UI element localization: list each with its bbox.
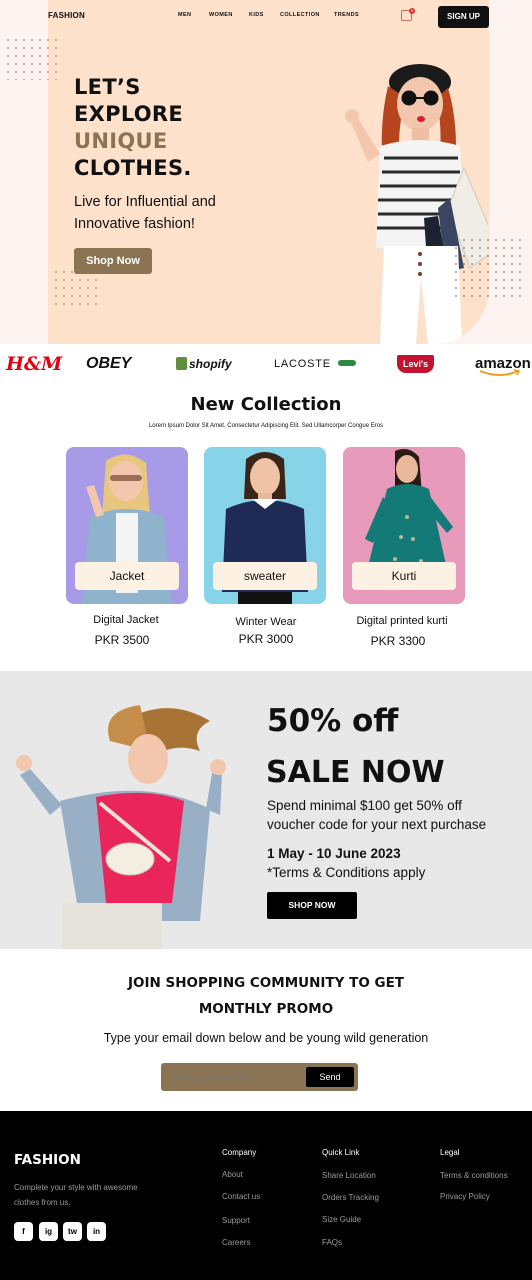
nav-collection[interactable]: COLLECTION	[280, 12, 320, 18]
newsletter-subtitle: Type your email down below and be young …	[103, 1031, 429, 1045]
footer-link-careers[interactable]: Careers	[222, 1238, 250, 1247]
footer-link-faqs[interactable]: FAQs	[322, 1238, 342, 1247]
product-card-sweater[interactable]: sweater	[204, 447, 326, 604]
amazon-smile-icon	[479, 369, 521, 376]
sale-line-1: Spend minimal $100 get 50% off	[267, 798, 462, 813]
hero-dot-pattern-left	[4, 36, 60, 80]
footer-link-support[interactable]: Support	[222, 1216, 250, 1225]
newsletter-title-1: JOIN SHOPPING COMMUNITY TO GET	[127, 975, 405, 991]
newsletter-title-2: MONTHLY PROMO	[198, 1001, 334, 1017]
nav-men[interactable]: MEN	[178, 12, 191, 18]
email-input[interactable]	[168, 1068, 300, 1086]
cart-badge: 0	[409, 8, 415, 14]
brand-logo[interactable]: FASHION	[48, 11, 85, 20]
footer-link-about[interactable]: About	[222, 1170, 243, 1179]
sale-shop-now-button[interactable]: SHOP NOW	[267, 892, 357, 919]
footer-brand[interactable]: FASHION	[14, 1152, 81, 1168]
footer-company-heading: Company	[222, 1148, 257, 1157]
shop-now-button[interactable]: Shop Now	[74, 248, 152, 274]
facebook-icon[interactable]: f	[14, 1222, 33, 1241]
product-price-kurti: PKR 3300	[370, 634, 426, 648]
sale-terms: *Terms & Conditions apply	[267, 865, 426, 880]
product-label-sweater: sweater	[213, 562, 317, 590]
product-name-kurti[interactable]: Digital printed kurti	[341, 615, 463, 627]
sale-dates: 1 May - 10 June 2023	[267, 846, 401, 861]
sale-discount: 50% off	[267, 703, 399, 739]
hero-headline-4: CLOTHES.	[74, 156, 192, 180]
nav-kids[interactable]: KIDS	[249, 12, 264, 18]
nav-women[interactable]: WOMEN	[209, 12, 233, 18]
product-name-sweater[interactable]: Winter Wear	[205, 616, 327, 628]
footer-link-orders-tracking[interactable]: Orders Tracking	[322, 1193, 379, 1202]
instagram-icon[interactable]: ig	[39, 1222, 58, 1241]
brand-obey-logo[interactable]: OBEY	[86, 352, 131, 376]
product-price-sweater: PKR 3000	[238, 632, 294, 646]
brand-shopify-label: shopify	[189, 357, 232, 371]
hero-dot-pattern-bottom	[52, 268, 100, 308]
hero-subtitle-2: Innovative fashion!	[74, 216, 195, 232]
product-card-jacket[interactable]: Jacket	[66, 447, 188, 604]
footer-desc-2: clothes from us.	[14, 1198, 71, 1207]
footer-quicklink-heading: Quick Link	[322, 1148, 360, 1157]
product-label-jacket: Jacket	[75, 562, 179, 590]
collection-subtitle: Lorem Ipsum Dolor Sit Amet, Consectetur …	[148, 423, 384, 429]
collection-title: New Collection	[190, 394, 342, 415]
hero-model-image	[345, 64, 488, 344]
shopify-bag-icon	[176, 357, 187, 370]
footer-link-contact[interactable]: Contact us	[222, 1192, 260, 1201]
hero-subtitle-1: Live for Influential and	[74, 194, 216, 210]
product-price-jacket: PKR 3500	[94, 633, 150, 647]
signup-button[interactable]: SIGN UP	[438, 6, 489, 28]
product-label-kurti: Kurti	[352, 562, 456, 590]
hero-dot-pattern-right	[452, 236, 524, 300]
brand-levis-logo[interactable]: Levi's	[397, 355, 435, 373]
brand-levis-label: Levi's	[403, 359, 429, 369]
sale-headline: SALE NOW	[266, 755, 445, 790]
sale-banner: 50% off SALE NOW Spend minimal $100 get …	[0, 671, 532, 949]
footer-link-share-location[interactable]: Share Location	[322, 1171, 376, 1180]
product-card-kurti[interactable]: Kurti	[343, 447, 465, 604]
linkedin-icon[interactable]: in	[87, 1222, 106, 1241]
twitter-icon[interactable]: tw	[63, 1222, 82, 1241]
hero-headline-3: UNIQUE	[74, 129, 168, 153]
footer-link-size-guide[interactable]: Size Guide	[322, 1215, 361, 1224]
newsletter-send-button[interactable]: Send	[306, 1067, 354, 1087]
crocodile-icon	[337, 360, 356, 366]
footer-link-privacy[interactable]: Privacy Policy	[440, 1192, 490, 1201]
brand-lacoste-logo[interactable]: LACOSTE	[274, 352, 356, 376]
brand-lacoste-label: LACOSTE	[274, 358, 331, 370]
sale-model-image	[16, 705, 226, 949]
hero-headline-2: EXPLORE	[74, 102, 184, 126]
footer-desc-1: Complete your style with awesome	[14, 1183, 138, 1192]
product-name-jacket[interactable]: Digital Jacket	[65, 614, 187, 626]
brand-hm-logo[interactable]: H&M	[6, 352, 62, 376]
brand-shopify-logo[interactable]: shopify	[176, 352, 232, 376]
nav-trends[interactable]: TRENDS	[334, 12, 359, 18]
footer-legal-heading: Legal	[440, 1148, 460, 1157]
sale-line-2: voucher code for your next purchase	[267, 817, 487, 832]
footer-link-terms[interactable]: Terms & conditions	[440, 1171, 508, 1180]
hero-headline-1: LET’S	[74, 75, 141, 99]
